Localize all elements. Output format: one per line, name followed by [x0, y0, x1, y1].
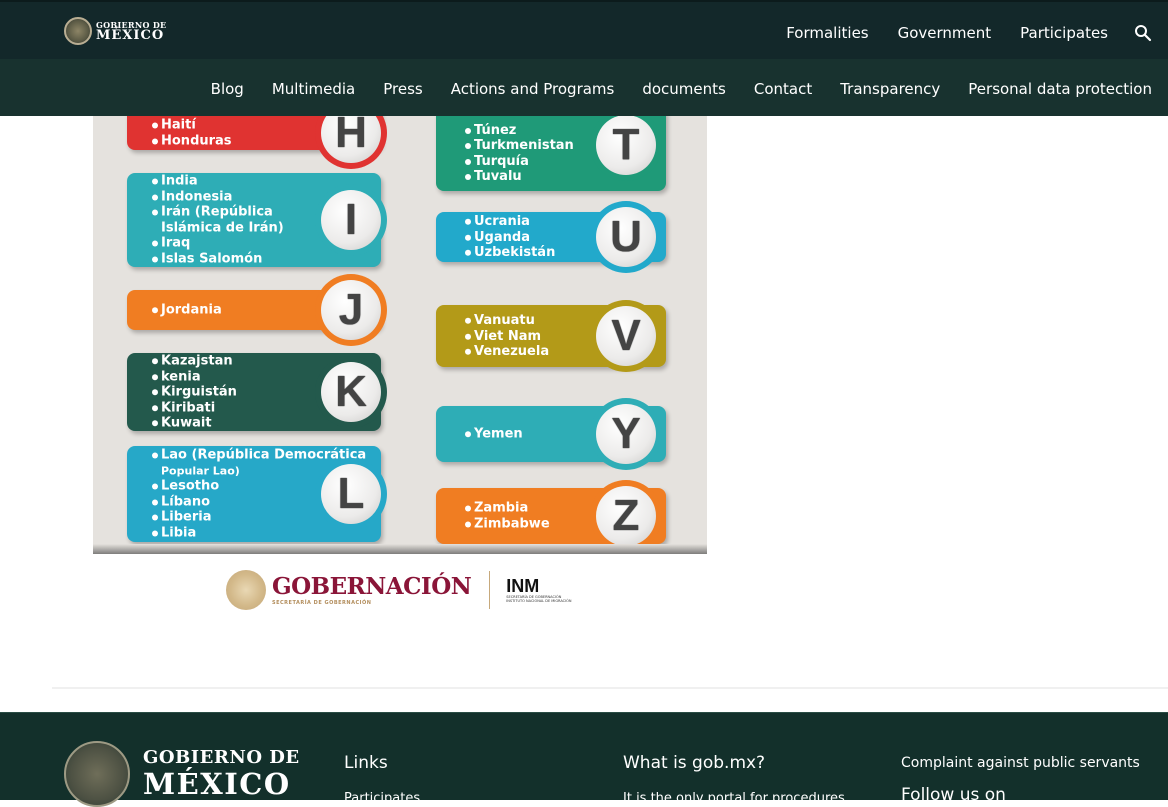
nav-formalities[interactable]: Formalities — [786, 24, 868, 42]
country-item: Ucrania — [464, 214, 555, 230]
country-item: Libia — [151, 525, 366, 541]
nav-blog[interactable]: Blog — [211, 80, 244, 98]
nav-contact[interactable]: Contact — [754, 80, 812, 98]
inm-title: INM — [506, 576, 540, 596]
letter-card-z: Zambia Zimbabwe Z — [436, 480, 666, 552]
country-item: Viet Nam — [464, 328, 549, 344]
country-item: Turquía — [465, 154, 574, 170]
country-item: Kirguistán — [152, 384, 237, 400]
letter-l: L — [321, 464, 381, 524]
letter-badge: U — [590, 201, 662, 273]
footer-follow-heading: Follow us on — [901, 785, 1006, 805]
footer-about-heading: What is gob.mx? — [623, 753, 766, 773]
letter-badge: Z — [590, 480, 662, 552]
letter-h: H — [321, 116, 381, 163]
footer-links-heading: Links — [344, 753, 388, 773]
country-item: Kazajstan — [152, 353, 237, 369]
letter-badge: K — [315, 356, 387, 428]
footer-coat-of-arms-icon — [64, 741, 130, 807]
footer-about-text: It is the only portal for procedures — [623, 791, 845, 806]
country-item: Jordania — [152, 302, 222, 318]
footer-logo-line1: GOBIERNO DE — [143, 747, 300, 768]
secondary-nav-bar: Blog Multimedia Press Actions and Progra… — [0, 59, 1168, 116]
country-item: Yemen — [465, 426, 523, 442]
letter-card-t: Túnez Turkmenistan Turquía Tuvalu T — [436, 116, 666, 191]
country-item: Zambia — [465, 501, 550, 517]
logo-divider — [489, 571, 491, 609]
gobernacion-seal-icon — [226, 570, 266, 610]
letter-k: K — [321, 362, 381, 422]
letter-badge: H — [315, 116, 387, 169]
top-header: GOBIERNO DE MÉXICO Formalities Governmen… — [0, 0, 1168, 59]
letter-badge: Y — [590, 398, 662, 470]
top-nav: Formalities Government Participates — [786, 24, 1108, 42]
letter-badge: I — [315, 184, 387, 256]
nav-press[interactable]: Press — [383, 80, 422, 98]
footer-logo-line2: MÉXICO — [143, 767, 291, 801]
content-divider — [52, 687, 1168, 689]
nav-transparency[interactable]: Transparency — [840, 80, 940, 98]
footer-logo[interactable]: GOBIERNO DE MÉXICO — [143, 749, 300, 799]
footer: GOBIERNO DE MÉXICO Links Participates Wh… — [0, 712, 1168, 807]
letter-badge: J — [315, 274, 387, 346]
nav-multimedia[interactable]: Multimedia — [272, 80, 355, 98]
coat-of-arms-icon — [64, 17, 92, 45]
country-item: Vanuatu — [464, 313, 549, 329]
country-item: Uganda — [464, 229, 555, 245]
nav-government[interactable]: Government — [898, 24, 992, 42]
letter-card-i: India Indonesia Irán (República Islámica… — [127, 173, 387, 267]
country-list-infographic: Haití Honduras H India Indonesia Irán (Re… — [93, 116, 707, 554]
footer-link-participates[interactable]: Participates — [344, 791, 420, 806]
country-item: Kuwait — [152, 415, 237, 431]
letter-card-u: Ucrania Uganda Uzbekistán U — [436, 201, 666, 273]
nav-actions-programs[interactable]: Actions and Programs — [451, 80, 615, 98]
country-item: Kiribati — [152, 400, 237, 416]
country-item: Irán (República — [152, 205, 284, 221]
letter-i: I — [321, 190, 381, 250]
search-icon[interactable] — [1134, 24, 1152, 42]
country-item: Zimbabwe — [465, 516, 550, 531]
letter-card-k: Kazajstan kenia Kirguistán Kiribati Kuwa… — [127, 353, 387, 431]
inm-subtitle2: INSTITUTO NACIONAL DE MIGRACIÓN — [506, 599, 572, 603]
sponsor-logos: GOBERNACIÓN SECRETARÍA DE GOBERNACIÓN IN… — [226, 570, 572, 610]
secondary-nav: Blog Multimedia Press Actions and Progra… — [211, 80, 1152, 98]
country-item: Islas Salomón — [152, 251, 284, 267]
letter-u: U — [596, 207, 656, 267]
country-item: Indonesia — [152, 189, 284, 205]
letter-card-y: Yemen Y — [436, 398, 666, 470]
nav-participates[interactable]: Participates — [1020, 24, 1108, 42]
footer-complaint-link[interactable]: Complaint against public servants — [901, 755, 1140, 771]
country-item: Iraq — [152, 236, 284, 252]
letter-z: Z — [596, 486, 656, 546]
letter-t: T — [596, 116, 656, 175]
country-item: Turkmenistan — [465, 138, 574, 154]
country-item: Honduras — [152, 133, 232, 148]
letter-badge: V — [590, 300, 662, 372]
gobernacion-subtitle: SECRETARÍA DE GOBERNACIÓN — [272, 599, 372, 606]
letter-card-h: Haití Honduras H — [127, 116, 387, 169]
letter-card-v: Vanuatu Viet Nam Venezuela V — [436, 300, 666, 372]
letter-badge: L — [315, 458, 387, 530]
gobernacion-title: GOBERNACIÓN — [272, 572, 472, 600]
country-item: India — [152, 174, 284, 190]
gobierno-mexico-logo[interactable]: GOBIERNO DE MÉXICO — [64, 17, 166, 45]
logo-line2: MÉXICO — [96, 27, 165, 43]
letter-card-l: Lao (República Democrática Popular Lao) … — [127, 446, 387, 542]
country-item: Islámica de Irán) — [161, 220, 284, 235]
letter-y: Y — [596, 404, 656, 464]
letter-card-j: Jordania J — [127, 274, 387, 346]
nav-personal-data[interactable]: Personal data protection — [968, 80, 1152, 98]
letter-j: J — [321, 280, 381, 340]
nav-documents[interactable]: documents — [642, 80, 726, 98]
infographic-bottom-shadow — [93, 544, 707, 554]
letter-v: V — [596, 306, 656, 366]
country-item: Haití — [152, 118, 232, 134]
country-item: Tuvalu — [465, 169, 574, 185]
country-item: kenia — [152, 369, 237, 385]
country-item: Túnez — [465, 123, 574, 139]
country-item: Venezuela — [464, 343, 550, 359]
letter-badge: T — [590, 116, 662, 181]
country-item: Uzbekistán — [464, 244, 556, 260]
